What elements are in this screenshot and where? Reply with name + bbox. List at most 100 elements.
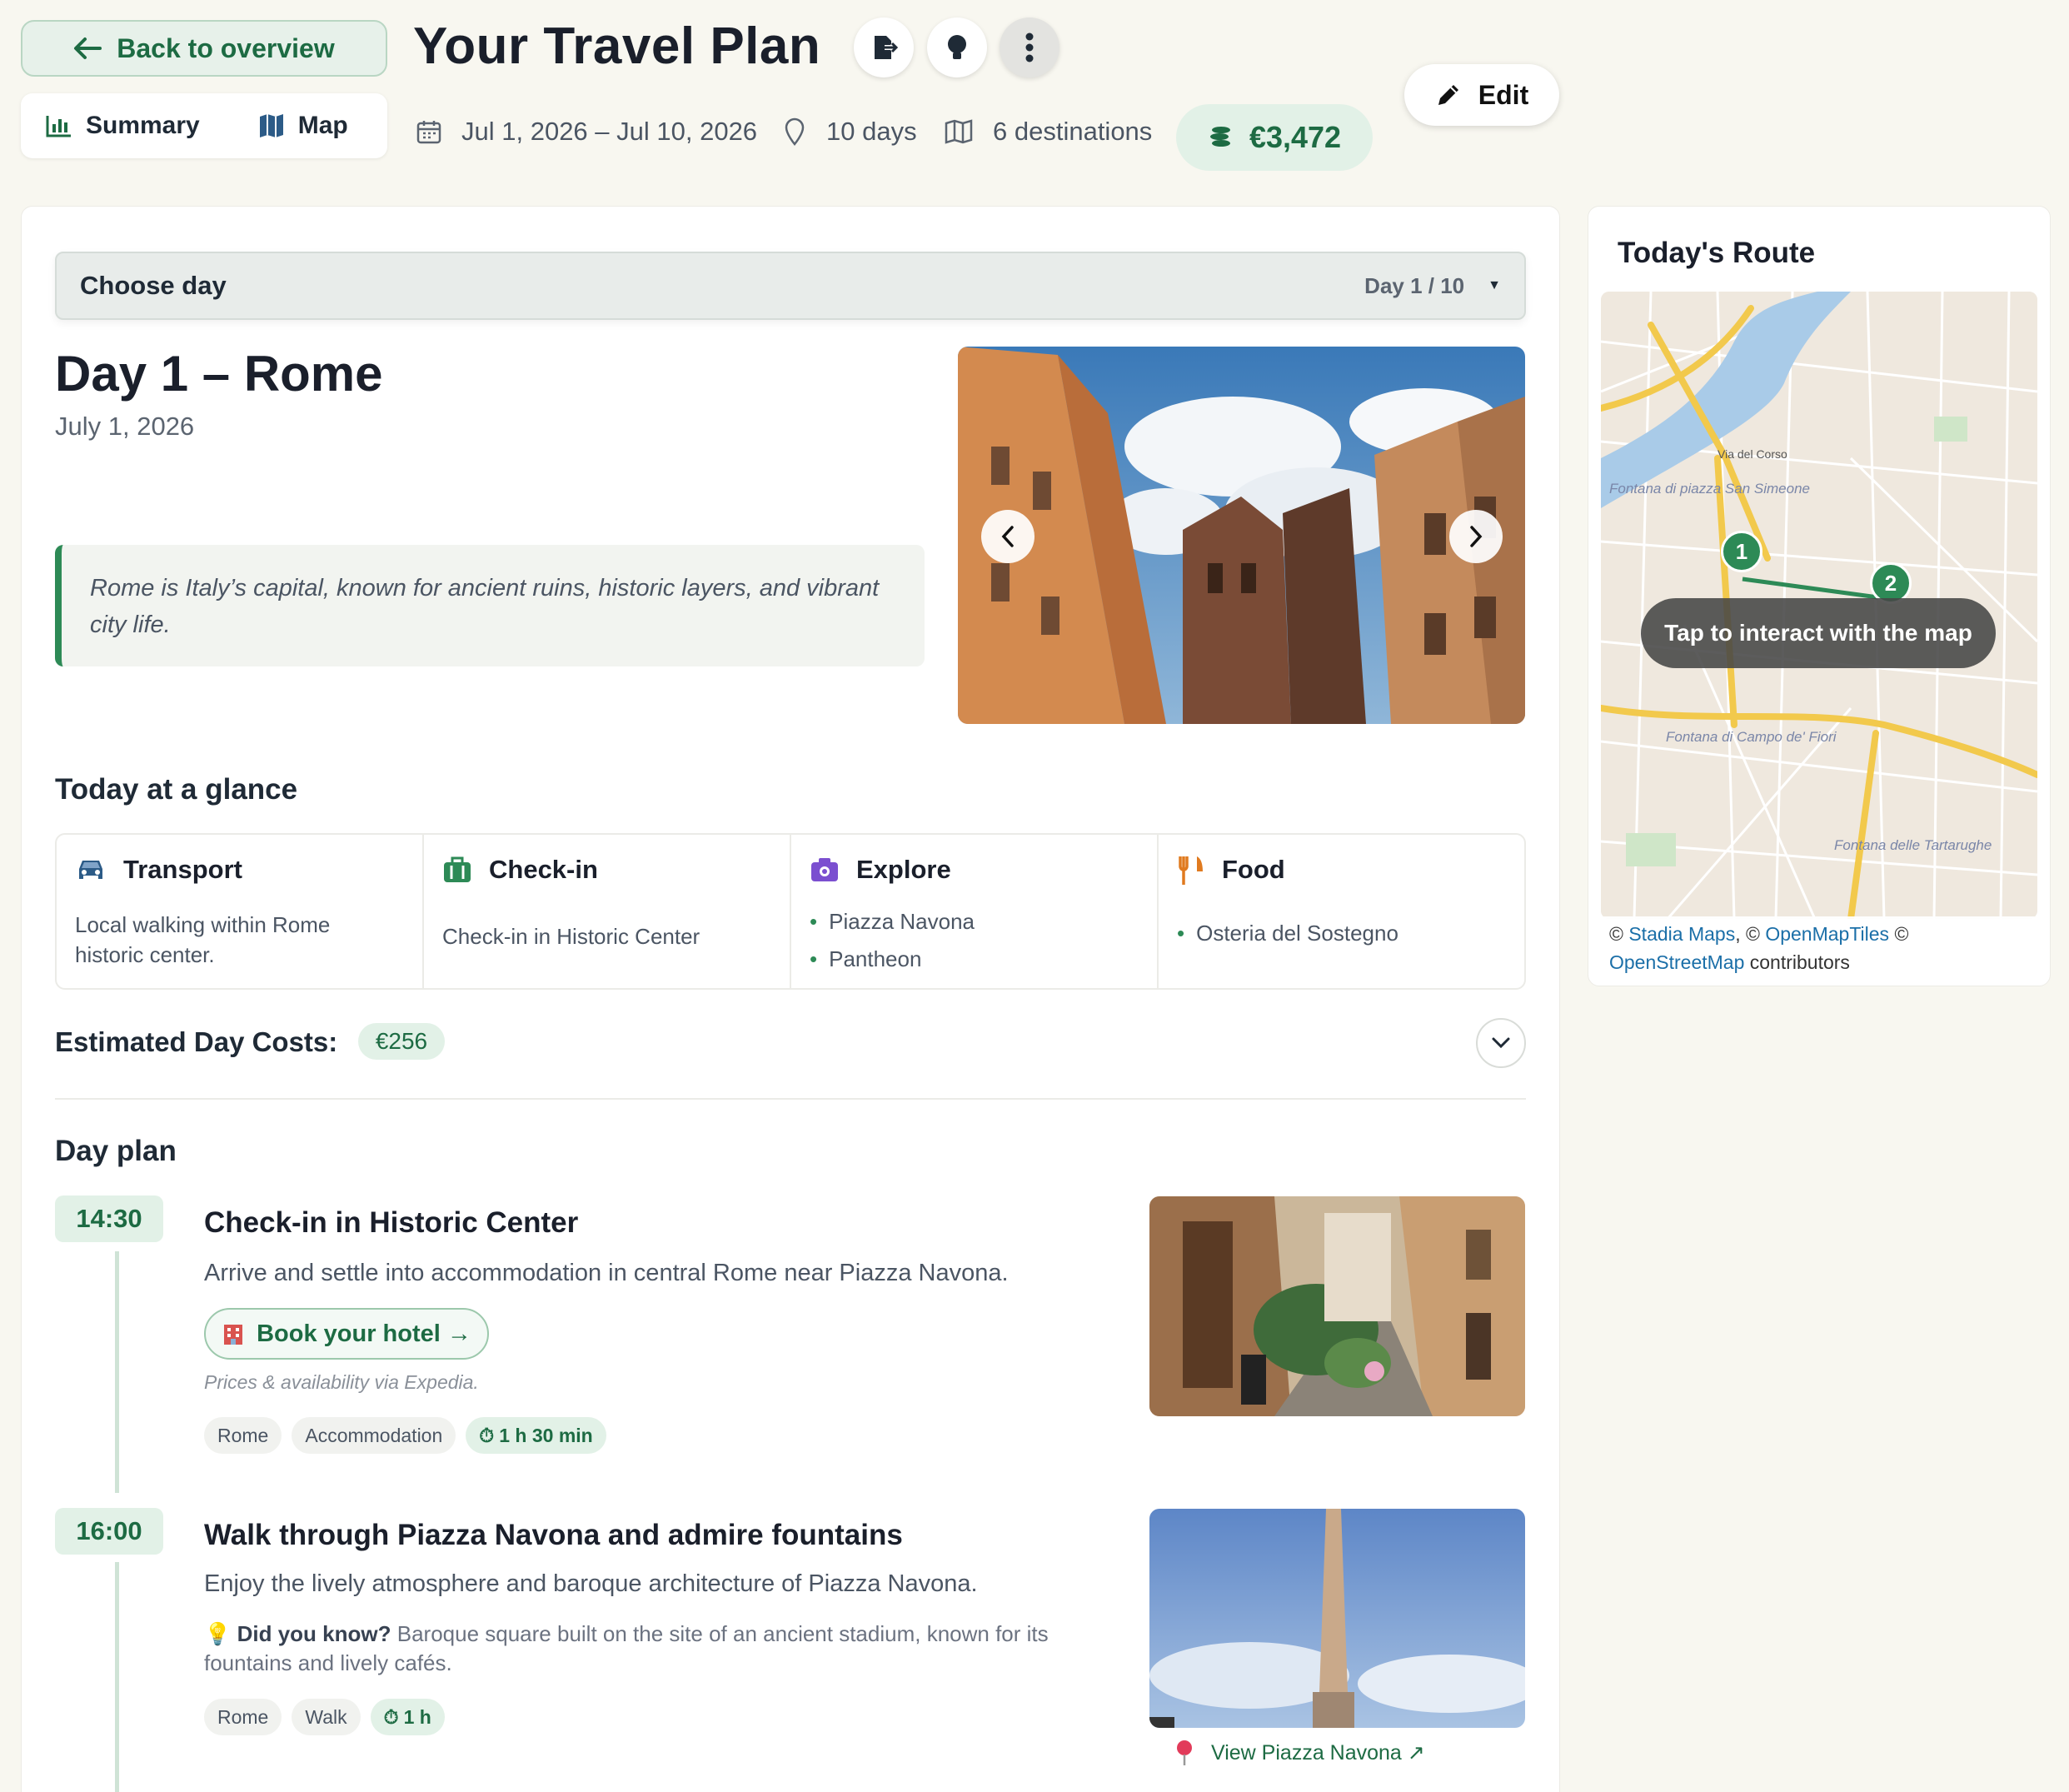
map-interact-overlay[interactable]: Tap to interact with the map bbox=[1641, 598, 1996, 668]
export-icon[interactable] bbox=[854, 17, 914, 77]
map-outline-icon bbox=[945, 119, 973, 144]
tab-map[interactable]: Map bbox=[248, 103, 358, 148]
divider bbox=[55, 1098, 1526, 1100]
expand-costs-button[interactable] bbox=[1476, 1018, 1526, 1068]
book-hotel-button[interactable]: Book your hotel → bbox=[204, 1308, 489, 1360]
carousel-prev-button[interactable] bbox=[981, 510, 1034, 563]
activity-description: Arrive and settle into accommodation in … bbox=[204, 1260, 1009, 1286]
openmaptiles-link[interactable]: OpenMapTiles bbox=[1765, 923, 1889, 945]
trip-dates-text: Jul 1, 2026 – Jul 10, 2026 bbox=[461, 117, 758, 146]
glance-explore: Explore Piazza Navona Pantheon bbox=[791, 835, 1159, 988]
lightbulb-icon[interactable] bbox=[927, 17, 987, 77]
view-link-label: View Piazza Navona ↗ bbox=[1211, 1741, 1425, 1765]
map-label: Fontana delle Tartarughe bbox=[1834, 837, 1992, 853]
activity-description: Enjoy the lively atmosphere and baroque … bbox=[204, 1570, 978, 1597]
activity-title: Walk through Piazza Navona and admire fo… bbox=[204, 1519, 903, 1551]
glance-checkin: Check-in Check-in in Historic Center bbox=[424, 835, 791, 988]
trip-destinations: 6 destinations bbox=[945, 117, 1152, 147]
day-hero-image bbox=[958, 347, 1525, 724]
glance-food-item: Osteria del Sostegno bbox=[1177, 915, 1506, 952]
page-title: Your Travel Plan bbox=[413, 17, 821, 75]
arrow-left-icon bbox=[74, 37, 102, 59]
tag: Walk bbox=[292, 1699, 361, 1735]
duration-tag: ⏱ 1 h 30 min bbox=[466, 1417, 606, 1454]
glance-grid: Transport Local walking within Rome hist… bbox=[55, 833, 1526, 990]
hotel-icon bbox=[224, 1325, 243, 1345]
more-vertical-icon[interactable] bbox=[1000, 17, 1059, 77]
openstreetmap-link[interactable]: OpenStreetMap bbox=[1609, 951, 1744, 973]
coins-icon bbox=[1209, 127, 1230, 147]
edit-label: Edit bbox=[1478, 79, 1529, 110]
glance-transport: Transport Local walking within Rome hist… bbox=[57, 835, 424, 988]
tab-summary[interactable]: Summary bbox=[36, 103, 210, 148]
glance-food-title: Food bbox=[1222, 855, 1285, 884]
attribution-copy: , © bbox=[1735, 923, 1760, 945]
route-marker-1[interactable]: 1 bbox=[1721, 531, 1762, 572]
tab-summary-label: Summary bbox=[86, 112, 200, 139]
budget-value: €3,472 bbox=[1249, 120, 1342, 154]
tag: Rome bbox=[204, 1699, 282, 1735]
day-costs-label: Estimated Day Costs: bbox=[55, 1026, 338, 1057]
view-tabs: Summary Map bbox=[21, 93, 387, 158]
carousel-next-button[interactable] bbox=[1449, 510, 1503, 563]
timeline-line bbox=[115, 1562, 119, 1792]
glance-explore-title: Explore bbox=[856, 855, 951, 884]
luggage-icon bbox=[444, 856, 471, 882]
glance-heading: Today at a glance bbox=[55, 773, 298, 806]
trip-days: 10 days bbox=[783, 117, 917, 147]
tag: Accommodation bbox=[292, 1417, 456, 1454]
back-to-overview-button[interactable]: Back to overview bbox=[21, 20, 387, 77]
map-attribution: © Stadia Maps, © OpenMapTiles © OpenStre… bbox=[1601, 916, 2037, 975]
glance-checkin-title: Check-in bbox=[489, 855, 598, 884]
budget-badge: €3,472 bbox=[1176, 104, 1373, 171]
calendar-icon bbox=[416, 121, 441, 144]
duration-value: 1 h 30 min bbox=[499, 1424, 593, 1446]
activity-tags: Rome Walk ⏱ 1 h bbox=[204, 1699, 445, 1735]
trip-dates: Jul 1, 2026 – Jul 10, 2026 bbox=[416, 117, 757, 147]
attribution-copy: © bbox=[1609, 923, 1623, 945]
choose-day-select[interactable]: Choose day Day 1 / 10 ▼ bbox=[55, 252, 1526, 320]
edit-button[interactable]: Edit bbox=[1404, 64, 1559, 126]
camera-icon bbox=[811, 858, 838, 881]
lightbulb-icon: 💡 bbox=[204, 1621, 232, 1646]
trip-destinations-text: 6 destinations bbox=[993, 117, 1153, 146]
stadia-maps-link[interactable]: Stadia Maps bbox=[1628, 923, 1735, 945]
timeline-line bbox=[115, 1251, 119, 1493]
activity-title: Check-in in Historic Center bbox=[204, 1206, 579, 1239]
view-piazza-navona-link[interactable]: View Piazza Navona ↗ bbox=[1174, 1740, 1425, 1766]
glance-explore-item: Piazza Navona bbox=[810, 903, 1139, 941]
chevron-left-icon bbox=[1001, 526, 1014, 547]
stopwatch-icon: ⏱ bbox=[383, 1705, 399, 1728]
map-label: Fontana di piazza San Simeone bbox=[1609, 481, 1810, 497]
day-date: July 1, 2026 bbox=[55, 412, 195, 441]
glance-transport-text: Local walking within Rome historic cente… bbox=[75, 912, 331, 967]
activity-time: 14:30 bbox=[55, 1195, 163, 1242]
car-icon bbox=[79, 861, 102, 879]
day-costs-badge: €256 bbox=[358, 1023, 445, 1060]
glance-transport-title: Transport bbox=[123, 855, 242, 884]
attribution-copy: © bbox=[1894, 923, 1909, 945]
book-hotel-label: Book your hotel → bbox=[257, 1320, 471, 1347]
choose-day-label: Choose day bbox=[80, 271, 227, 300]
tip-label: Did you know? bbox=[237, 1621, 391, 1646]
stopwatch-icon: ⏱ bbox=[479, 1424, 495, 1446]
chevron-down-icon bbox=[1492, 1037, 1510, 1049]
tag: Rome bbox=[204, 1417, 282, 1454]
activity-image bbox=[1149, 1509, 1525, 1728]
chevron-right-icon bbox=[1470, 526, 1483, 547]
duration-tag: ⏱ 1 h bbox=[370, 1699, 445, 1735]
activity-tags: Rome Accommodation ⏱ 1 h 30 min bbox=[204, 1417, 606, 1454]
duration-value: 1 h bbox=[403, 1705, 431, 1728]
map-label: Fontana di Campo de' Fiori bbox=[1666, 729, 1837, 745]
attribution-contributors: contributors bbox=[1749, 951, 1850, 973]
activity-time: 16:00 bbox=[55, 1508, 163, 1555]
glance-explore-item: Pantheon bbox=[810, 941, 1139, 978]
back-label: Back to overview bbox=[117, 32, 335, 63]
caret-down-icon: ▼ bbox=[1488, 278, 1501, 292]
chart-icon bbox=[46, 116, 71, 137]
location-pin-icon bbox=[785, 117, 805, 146]
tab-map-label: Map bbox=[297, 112, 348, 139]
pin-icon bbox=[1177, 1740, 1192, 1765]
day-title: Day 1 – Rome bbox=[55, 346, 383, 402]
day-counter: Day 1 / 10 bbox=[1364, 272, 1465, 298]
